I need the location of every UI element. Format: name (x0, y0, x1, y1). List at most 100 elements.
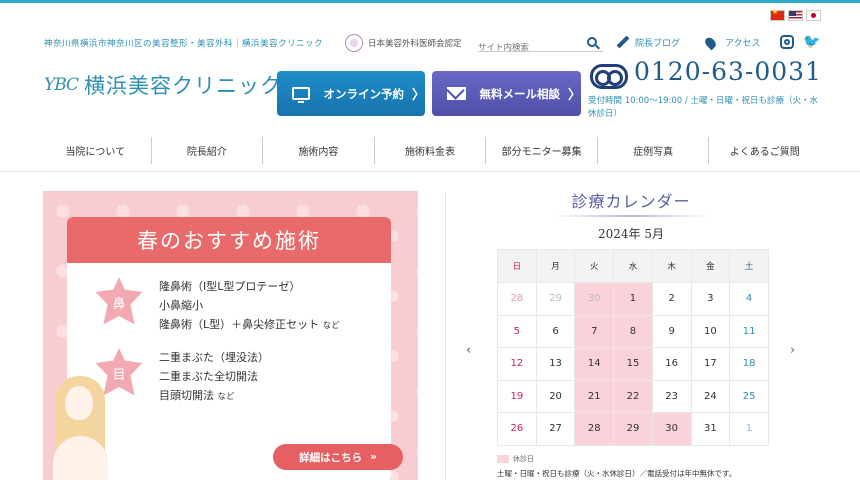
freedial-icon (590, 64, 628, 89)
calendar-day: 1 (729, 412, 769, 446)
calendar-day: 2 (651, 282, 692, 316)
calendar-day: 5 (497, 314, 537, 348)
calendar-day: 29 (613, 412, 653, 446)
reception-hours: 受付時間 10:00～19:00 / 土曜・日曜・祝日も診療（火・水休診日） (588, 96, 818, 119)
calendar-next-icon[interactable]: › (790, 343, 795, 358)
nose-item: 隆鼻術（I型L型プロテーゼ） (159, 280, 301, 293)
nav-item-about[interactable]: 当院について (40, 137, 152, 164)
envelope-icon (447, 87, 467, 100)
english-flag-icon[interactable] (788, 10, 803, 21)
nose-item: 隆鼻術（L型）＋鼻尖修正セット など (159, 318, 340, 331)
nav-item-director[interactable]: 院長紹介 (152, 137, 264, 164)
chinese-flag-icon[interactable] (770, 8, 785, 21)
calendar-day: 7 (574, 314, 615, 348)
calendar-day: 14 (574, 347, 615, 381)
association-emblem-icon (345, 34, 363, 52)
map-pin-icon (703, 35, 718, 50)
calendar-day: 21 (574, 379, 615, 413)
calendar-day: 19 (497, 379, 537, 413)
spring-campaign-banner[interactable]: 春のおすすめ施術 鼻 隆鼻術（I型L型プロテーゼ） 小鼻縮小 隆鼻術（L型）＋鼻… (43, 191, 418, 480)
calendar-day: 20 (535, 379, 576, 413)
calendar-day: 15 (613, 347, 653, 381)
calendar-grid: 日月火水木金土 28 29 30 1 2 3 4 5 6 7 8 9 10 11 12 13 14 15 16 17 1… (497, 249, 769, 446)
campaign-card: 春のおすすめ施術 鼻 隆鼻術（I型L型プロテーゼ） 小鼻縮小 隆鼻術（L型）＋鼻… (67, 217, 403, 480)
mail-consultation-label: 無料メール相談 (479, 86, 560, 101)
site-description: 神奈川県横浜市神奈川区の美容整形・美容外科｜横浜美容クリニック (44, 39, 324, 49)
calendar-day: 3 (690, 282, 731, 316)
calendar-day: 4 (729, 282, 769, 316)
mail-consultation-button[interactable]: 無料メール相談 〉 (432, 71, 581, 116)
calendar-day: 10 (690, 314, 731, 348)
eye-item: 二重まぶた（埋没法） (159, 351, 269, 364)
calendar-day: 8 (613, 314, 653, 348)
calendar-month: 2024年 5月 (598, 227, 664, 241)
eye-section: 目 二重まぶた（埋没法） 二重まぶた全切開法 目頭切開法 など (93, 348, 269, 407)
calendar-day: 31 (690, 412, 731, 446)
nav-item-case-photos[interactable]: 症例写真 (598, 137, 710, 164)
calendar-week: 26 27 28 29 30 31 1 (497, 412, 769, 446)
weekday-header: 土 (729, 249, 769, 283)
calendar-day: 17 (690, 347, 731, 381)
calendar-day: 24 (690, 379, 731, 413)
site-logo[interactable]: YBC 横浜美容クリニック (44, 70, 282, 100)
calendar-title: 診療カレンダー (497, 188, 765, 217)
phone-number[interactable]: 0120-63-0031 (634, 57, 822, 86)
online-reservation-button[interactable]: オンライン予約 〉 (277, 71, 425, 116)
eye-item: 目頭切開法 など (159, 389, 235, 402)
calendar-week: 19 20 21 22 23 24 25 (497, 379, 769, 413)
calendar-day: 25 (729, 379, 769, 413)
weekday-header: 火 (574, 249, 615, 283)
calendar-day: 26 (497, 412, 537, 446)
campaign-header: 春のおすすめ施術 (67, 217, 391, 263)
woman-illustration (53, 376, 113, 480)
calendar-day: 29 (535, 282, 576, 316)
monitor-icon (292, 87, 311, 103)
nose-section: 鼻 隆鼻術（I型L型プロテーゼ） 小鼻縮小 隆鼻術（L型）＋鼻尖修正セット など (93, 277, 340, 336)
language-switcher (770, 8, 821, 21)
blog-link[interactable]: 院長ブログ (616, 36, 680, 49)
calendar-day: 30 (574, 282, 615, 316)
chevron-right-icon: 〉 (411, 88, 425, 103)
closed-swatch (497, 455, 509, 463)
logo-mark: YBC (44, 75, 79, 95)
calendar-legend: 休診日 (497, 454, 534, 464)
twitter-icon[interactable]: 🐦 (803, 35, 820, 49)
calendar-day: 27 (535, 412, 576, 446)
calendar-day: 1 (613, 282, 653, 316)
access-link[interactable]: アクセス (703, 35, 761, 50)
association-badge[interactable]: 日本美容外科医師会認定 (345, 34, 462, 52)
logo-text: 横浜美容クリニック (84, 74, 283, 98)
nav-item-treatments[interactable]: 施術内容 (263, 137, 375, 164)
double-chevron-icon: » (370, 451, 377, 463)
calendar-week: 12 13 14 15 16 17 18 (497, 347, 769, 381)
calendar-prev-icon[interactable]: ‹ (466, 343, 471, 358)
japanese-flag-icon[interactable] (806, 10, 821, 21)
column-divider (445, 192, 446, 480)
search-icon[interactable] (587, 37, 597, 47)
calendar-day: 13 (535, 347, 576, 381)
details-button[interactable]: 詳細はこちら » (273, 444, 403, 470)
weekday-header: 日 (497, 249, 537, 283)
association-label: 日本美容外科医師会認定 (368, 39, 462, 49)
eye-item: 二重まぶた全切開法 (159, 370, 258, 383)
nav-item-price-list[interactable]: 施術料金表 (375, 137, 487, 164)
calendar-day: 11 (729, 314, 769, 348)
global-nav: 当院について 院長紹介 施術内容 施術料金表 部分モニター募集 症例写真 よくあ… (40, 137, 820, 164)
chevron-right-icon: 〉 (567, 88, 581, 103)
blog-label: 院長ブログ (635, 39, 681, 49)
calendar-day: 23 (651, 379, 692, 413)
weekday-header: 木 (651, 249, 692, 283)
search-input[interactable] (478, 40, 578, 56)
calendar-day: 28 (574, 412, 615, 446)
weekday-header: 水 (613, 249, 653, 283)
instagram-icon[interactable] (780, 35, 794, 49)
weekday-header: 月 (535, 249, 576, 283)
nav-item-monitor[interactable]: 部分モニター募集 (486, 137, 598, 164)
calendar-day: 9 (651, 314, 692, 348)
campaign-title: 春のおすすめ施術 (137, 229, 321, 253)
calendar-day: 16 (651, 347, 692, 381)
calendar-week: 28 29 30 1 2 3 4 (497, 282, 769, 316)
calendar-day: 22 (613, 379, 653, 413)
nav-item-faq[interactable]: よくあるご質問 (709, 137, 820, 164)
legend-label: 休診日 (513, 455, 534, 463)
